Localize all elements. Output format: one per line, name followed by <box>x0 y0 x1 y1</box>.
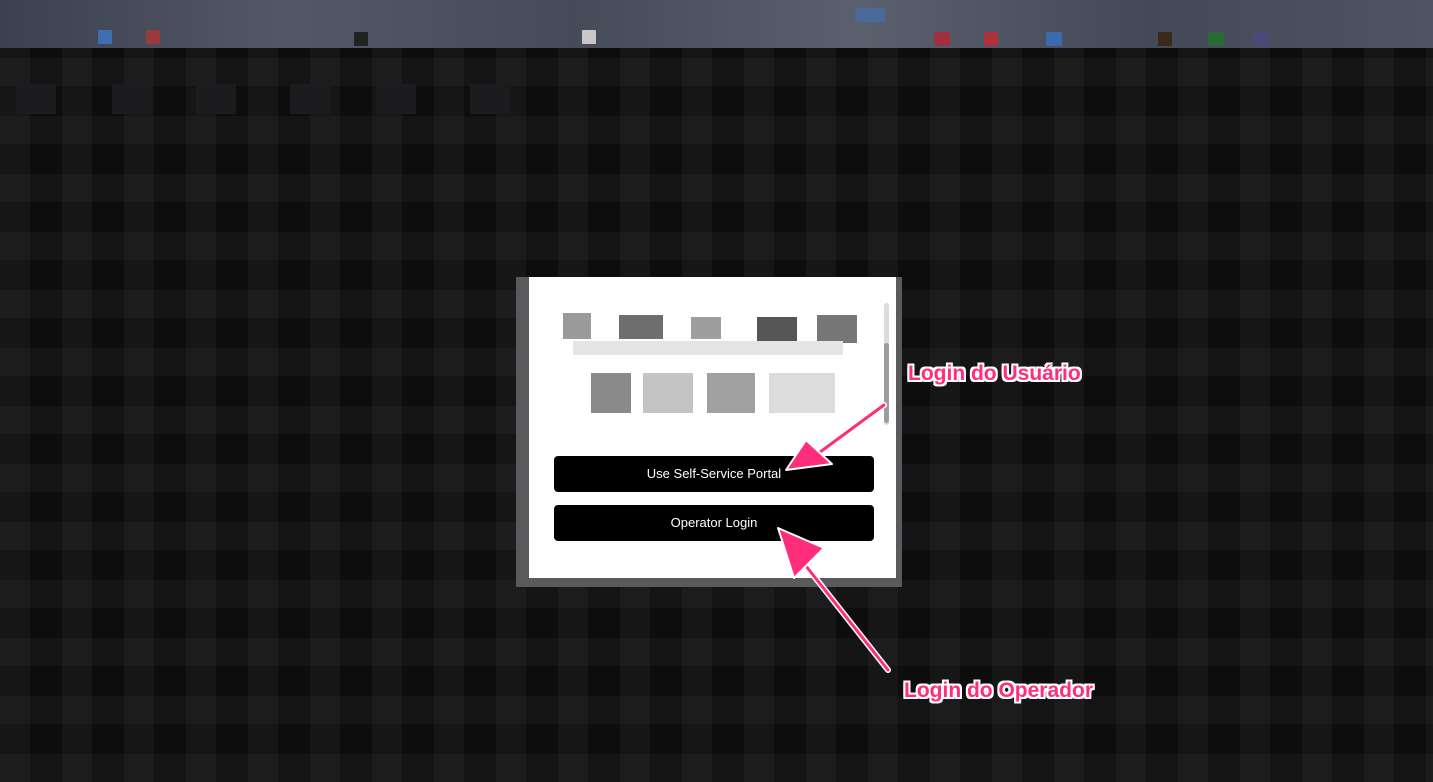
blurred-block <box>196 84 236 114</box>
blurred-toolbar-tile <box>146 30 160 44</box>
blurred-logo-pixel <box>707 373 755 413</box>
blurred-toolbar-tile <box>98 30 112 44</box>
blurred-toolbar-tile <box>1158 32 1172 46</box>
blurred-logo-pixel <box>769 373 835 413</box>
blurred-block <box>376 84 416 114</box>
use-self-service-portal-button[interactable]: Use Self-Service Portal <box>554 456 874 492</box>
blurred-block <box>16 84 56 114</box>
annotation-user-login: Login do Usuário <box>908 362 1081 385</box>
blurred-toolbar-tile <box>1208 32 1224 46</box>
blurred-background-row <box>0 70 1433 130</box>
blurred-toolbar-tile <box>582 30 596 44</box>
blurred-logo-pixel <box>817 315 857 343</box>
page: Use Self-Service Portal Operator Login L… <box>0 0 1433 782</box>
modal-scrollbar-thumb[interactable] <box>884 343 889 423</box>
blurred-block <box>290 84 330 114</box>
blurred-toolbar-tile <box>354 32 368 46</box>
modal-scrollbar[interactable] <box>884 303 889 425</box>
blurred-logo-pixel <box>619 315 663 339</box>
blurred-toolbar-tile <box>984 32 998 46</box>
blurred-logo-pixel <box>563 313 591 339</box>
blurred-logo-pixel <box>573 341 843 355</box>
blurred-logo-pixel <box>591 373 631 413</box>
blurred-block <box>470 84 510 114</box>
blurred-block <box>112 84 152 114</box>
blurred-logo-pixel <box>757 317 797 341</box>
blurred-toolbar-tile <box>1046 32 1062 46</box>
blurred-logo-pixel <box>691 317 721 339</box>
blurred-logo-pixel <box>643 373 693 413</box>
blurred-toolbar-tile <box>934 32 950 46</box>
operator-login-button[interactable]: Operator Login <box>554 505 874 541</box>
blurred-toolbar-tile <box>855 8 885 22</box>
blurred-toolbar-tile <box>1254 32 1268 46</box>
annotation-operator-login: Login do Operador <box>904 679 1093 702</box>
browser-toolbar-blurred <box>0 0 1433 48</box>
blurred-logo-image <box>555 311 865 429</box>
